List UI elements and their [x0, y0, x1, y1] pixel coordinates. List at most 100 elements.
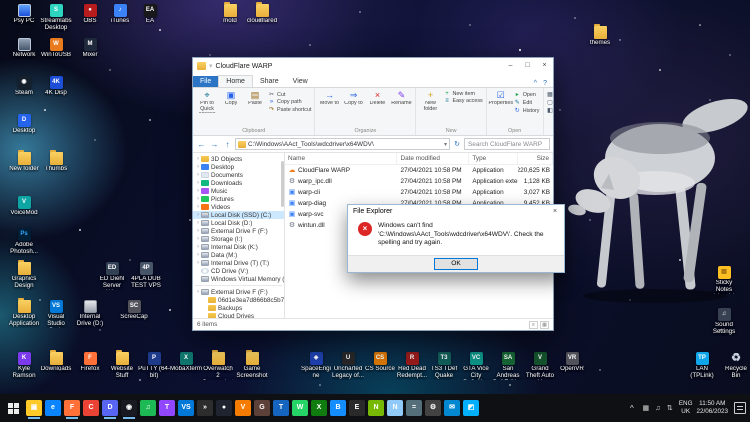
- taskbar-icon-calculator[interactable]: =: [406, 400, 422, 416]
- thumbnails-view-button[interactable]: ▦: [540, 321, 549, 329]
- sidebar-item[interactable]: › Internal Disk (K:): [193, 243, 284, 251]
- sidebar-item[interactable]: CD Drive (V:): [193, 267, 284, 275]
- ribbon-button[interactable]: ⇒Copy to: [342, 90, 364, 107]
- taskbar-icon-edge[interactable]: e: [45, 400, 61, 416]
- file-row[interactable]: ▣warp-cli 27/04/2021 10:58 PM Applicatio…: [285, 187, 553, 198]
- taskbar-icon-vscode[interactable]: VS: [178, 400, 194, 416]
- sidebar-item[interactable]: › Pictures: [193, 195, 284, 203]
- sidebar-item[interactable]: › Local Disk (SSD) (C:): [193, 211, 284, 219]
- desktop-icon[interactable]: Network: [8, 38, 40, 59]
- sidebar-item[interactable]: › External Drive F (F:): [193, 227, 284, 235]
- taskbar-icon-firefox[interactable]: F: [64, 400, 80, 416]
- ribbon-button[interactable]: ▦Select all: [547, 91, 553, 98]
- desktop-icon[interactable]: VC GTA Vice City Definitive: [460, 352, 492, 380]
- desktop-icon[interactable]: V VoiceMod: [8, 196, 40, 217]
- ribbon-button[interactable]: ↷Paste shortcut: [268, 106, 311, 113]
- ribbon-button[interactable]: ◧Invert selection: [547, 107, 553, 114]
- desktop-icon[interactable]: Psy PC: [8, 4, 40, 25]
- dialog-title-bar[interactable]: File Explorer ×: [348, 205, 564, 218]
- refresh-icon[interactable]: ↻: [452, 140, 462, 148]
- taskbar-icon-battle-net[interactable]: B: [330, 400, 346, 416]
- desktop-icon[interactable]: Downloads: [40, 352, 72, 373]
- desktop-icon[interactable]: X MobaXterm: [170, 352, 202, 373]
- taskbar-icon-settings[interactable]: ⚙: [425, 400, 441, 416]
- taskbar-icon-photos[interactable]: ◩: [463, 400, 479, 416]
- ribbon-tab-share[interactable]: Share: [253, 76, 286, 87]
- desktop-icon[interactable]: New folder: [8, 152, 40, 173]
- column-header-size[interactable]: Size: [518, 153, 553, 164]
- minimize-button[interactable]: –: [502, 58, 519, 74]
- desktop-icon[interactable]: ▤ Sticky Notes (classic): [708, 266, 740, 294]
- up-button[interactable]: ↑: [222, 140, 233, 149]
- ribbon-button[interactable]: ▤Paste: [244, 90, 266, 107]
- desktop-icon[interactable]: Game Screenshots: [236, 352, 268, 380]
- ribbon-button[interactable]: ✂Cut: [268, 91, 311, 98]
- ribbon-button[interactable]: +New folder: [419, 90, 441, 112]
- ribbon-button[interactable]: ▣Copy: [220, 90, 242, 107]
- ribbon-button[interactable]: ⌖Pin to Quick access: [196, 90, 218, 113]
- ribbon-button[interactable]: +New item: [443, 91, 482, 97]
- sidebar-item[interactable]: Backups: [193, 304, 284, 312]
- desktop-icon[interactable]: cloudflared: [246, 4, 278, 25]
- title-bar[interactable]: ▾ CloudFlare WARP – □ ×: [193, 58, 553, 74]
- ribbon-tab-view[interactable]: View: [286, 76, 315, 87]
- ribbon-button[interactable]: →Move to: [318, 90, 340, 107]
- sidebar-item[interactable]: Windows Virtual Memory (: [193, 275, 284, 283]
- desktop-icon[interactable]: W WinToUSB: [40, 38, 72, 59]
- taskbar-icon-obs[interactable]: ●: [216, 400, 232, 416]
- ribbon-button[interactable]: ☑Properties: [490, 90, 512, 107]
- maximize-button[interactable]: □: [519, 58, 536, 74]
- taskbar-icon-file-explorer[interactable]: ▣: [26, 400, 42, 416]
- ribbon-tab-file[interactable]: File: [193, 76, 218, 87]
- file-row[interactable]: ⚙warp_ipc.dll 27/04/2021 10:58 PM Applic…: [285, 176, 553, 187]
- desktop-icon[interactable]: ● OBS: [74, 4, 106, 25]
- desktop-icon[interactable]: R Red Dead Redempt...: [396, 352, 428, 380]
- details-view-button[interactable]: ≡: [529, 321, 538, 329]
- desktop-icon[interactable]: SA San Andreas Def Edition: [492, 352, 524, 380]
- desktop-icon[interactable]: 4K 4K Disp: [40, 76, 72, 97]
- ribbon-collapse-icon[interactable]: ^: [531, 80, 540, 87]
- tray-icon[interactable]: ♫: [653, 405, 663, 412]
- taskbar-icon-spotify[interactable]: ♫: [140, 400, 156, 416]
- ribbon-button[interactable]: ≡Easy access: [443, 98, 482, 104]
- taskbar-icon-epic-games[interactable]: E: [349, 400, 365, 416]
- back-button[interactable]: ←: [196, 140, 207, 149]
- language-indicator[interactable]: ENG UK: [679, 400, 693, 415]
- sidebar-item[interactable]: › Downloads: [193, 179, 284, 187]
- sidebar-item[interactable]: › External Drive F (F:): [193, 288, 284, 296]
- taskbar-icon-xbox[interactable]: X: [311, 400, 327, 416]
- desktop-icon[interactable]: V Grand Theft Auto V: [524, 352, 556, 380]
- desktop-icon[interactable]: SC ScreeCap: [118, 300, 150, 321]
- desktop-icon[interactable]: Overwatch 2 Screenshots: [202, 352, 234, 380]
- sidebar-item[interactable]: › Desktop: [193, 163, 284, 171]
- desktop-icon[interactable]: VR OpenVR: [556, 352, 588, 373]
- file-row[interactable]: ☁CloudFlare WARP 27/04/2021 10:58 PM App…: [285, 165, 553, 176]
- ribbon-button[interactable]: ✎Edit: [514, 99, 540, 106]
- desktop-icon[interactable]: ♫ Sound Settings: [708, 308, 740, 336]
- ribbon-button[interactable]: ▸Open: [514, 91, 540, 98]
- forward-button[interactable]: →: [209, 140, 220, 149]
- desktop-icon[interactable]: Internal Drive (D:): [74, 300, 106, 328]
- desktop-icon[interactable]: ♪ iTunes: [104, 4, 136, 25]
- column-header-name[interactable]: Name: [285, 153, 397, 164]
- desktop-icon[interactable]: T3 TS3 TDef Quake: [428, 352, 460, 380]
- desktop-icon[interactable]: 4P 4PLA DUB TEST VPS: [130, 262, 162, 290]
- desktop-icon[interactable]: S Streamlabs Desktop: [40, 4, 72, 32]
- sidebar-item[interactable]: Cloud Drives: [193, 312, 284, 318]
- taskbar-icon-gimp[interactable]: G: [254, 400, 270, 416]
- desktop-icon[interactable]: Website Stuff: [106, 352, 138, 380]
- sidebar-item[interactable]: › 3D Objects: [193, 155, 284, 163]
- desktop-icon[interactable]: K Kyle Ramson: [8, 352, 40, 380]
- taskbar-icon-twitch[interactable]: T: [159, 400, 175, 416]
- column-header-type[interactable]: Type: [469, 153, 518, 164]
- desktop-icon[interactable]: Graphics Design: [8, 262, 40, 290]
- desktop-icon[interactable]: D Desktop: [8, 114, 40, 135]
- start-button[interactable]: [0, 394, 26, 422]
- quick-access-toolbar-caret[interactable]: ▾: [209, 62, 213, 70]
- desktop-icon[interactable]: themes: [584, 26, 616, 47]
- ribbon-button[interactable]: ↻History: [514, 107, 540, 114]
- taskbar-icon-mail[interactable]: ✉: [444, 400, 460, 416]
- desktop-icon[interactable]: P PuTTY (64-bit): [138, 352, 170, 380]
- desktop-icon[interactable]: U Uncharted Legacy of...: [332, 352, 364, 380]
- desktop-icon[interactable]: VS Visual Studio Code: [40, 300, 72, 328]
